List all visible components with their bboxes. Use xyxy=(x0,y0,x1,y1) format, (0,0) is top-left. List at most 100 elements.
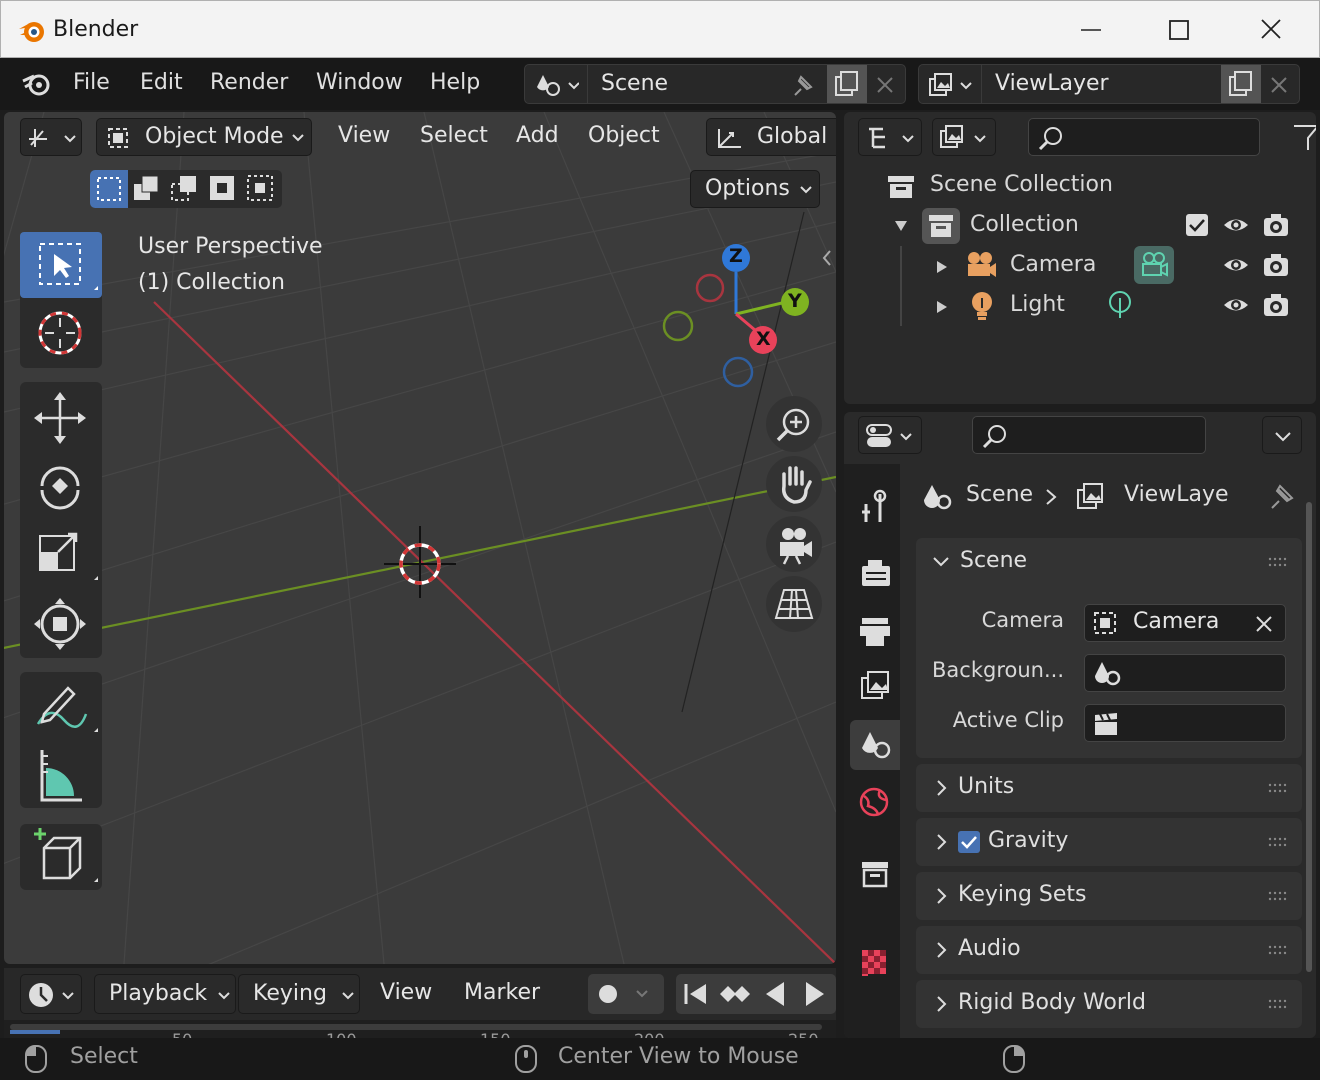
select-subtract-button[interactable] xyxy=(166,170,204,208)
visibility-eye-icon[interactable] xyxy=(1222,292,1250,318)
scene-selector[interactable]: Scene xyxy=(524,64,906,104)
active-clip-field[interactable] xyxy=(1084,704,1286,742)
render-camera-icon[interactable] xyxy=(1262,252,1290,278)
camera-field[interactable]: Camera xyxy=(1084,604,1286,642)
tab-tool[interactable] xyxy=(850,482,900,532)
auto-keying-button[interactable] xyxy=(588,974,664,1014)
viewport-menu-select[interactable]: Select xyxy=(420,123,488,148)
properties-editor-type-button[interactable] xyxy=(858,416,922,454)
units-panel[interactable]: Units xyxy=(916,764,1302,812)
visibility-eye-icon[interactable] xyxy=(1222,252,1250,278)
expand-triangle-icon[interactable] xyxy=(936,260,948,274)
light-data-icon[interactable] xyxy=(1106,290,1134,322)
zoom-icon[interactable] xyxy=(766,396,822,452)
properties-options-button[interactable] xyxy=(1262,416,1302,454)
delete-scene-icon[interactable] xyxy=(873,73,897,97)
play-reverse-icon[interactable] xyxy=(756,974,794,1014)
rotate-tool[interactable] xyxy=(20,452,102,518)
scene-panel-header[interactable]: Scene xyxy=(916,538,1302,586)
drag-handle-icon[interactable] xyxy=(1268,890,1288,902)
drag-handle-icon[interactable] xyxy=(1268,556,1288,568)
timeline-menu-marker[interactable]: Marker xyxy=(464,980,540,1005)
properties-search-input[interactable] xyxy=(972,416,1206,454)
add-cube-tool[interactable] xyxy=(20,824,102,890)
jump-keyframe-icon[interactable] xyxy=(716,974,754,1014)
drag-handle-icon[interactable] xyxy=(1268,782,1288,794)
tab-world[interactable] xyxy=(850,776,900,826)
pan-hand-icon[interactable] xyxy=(766,456,822,512)
render-camera-icon[interactable] xyxy=(1262,292,1290,318)
gravity-checkbox[interactable] xyxy=(958,831,980,853)
blender-menu-icon[interactable] xyxy=(20,70,54,98)
close-window-button[interactable] xyxy=(1251,11,1291,49)
filter-icon[interactable] xyxy=(1292,122,1316,152)
select-new-button[interactable] xyxy=(90,170,128,208)
tab-texture[interactable] xyxy=(850,938,900,988)
view-layer-name[interactable]: ViewLayer xyxy=(995,71,1109,96)
select-invert-button[interactable] xyxy=(204,170,242,208)
tab-scene[interactable] xyxy=(850,720,900,770)
breadcrumb-scene[interactable]: Scene xyxy=(966,482,1033,507)
pin-icon[interactable] xyxy=(1266,482,1296,512)
menu-edit[interactable]: Edit xyxy=(140,70,183,95)
select-extend-button[interactable] xyxy=(128,170,166,208)
transform-tool[interactable] xyxy=(20,590,102,656)
outliner-row-camera[interactable]: Camera xyxy=(844,246,1316,326)
jump-start-icon[interactable] xyxy=(676,974,714,1014)
transform-orientation-dropdown[interactable]: Global xyxy=(706,118,836,156)
tab-render[interactable] xyxy=(850,550,900,600)
background-scene-field[interactable] xyxy=(1084,654,1286,692)
editor-type-button[interactable] xyxy=(20,118,82,156)
play-icon[interactable] xyxy=(796,974,834,1014)
properties-scrollbar[interactable] xyxy=(1306,502,1312,972)
display-mode-button[interactable] xyxy=(932,118,996,156)
breadcrumb-view-layer[interactable]: ViewLaye xyxy=(1124,482,1229,507)
keying-sets-panel[interactable]: Keying Sets xyxy=(916,872,1302,920)
viewport-menu-view[interactable]: View xyxy=(338,123,390,148)
perspective-grid-icon[interactable] xyxy=(766,576,822,632)
select-box-tool[interactable] xyxy=(20,232,102,298)
expand-triangle-icon[interactable] xyxy=(936,300,948,314)
new-view-layer-button[interactable] xyxy=(1221,65,1261,103)
timeline-editor-type-button[interactable] xyxy=(20,974,82,1014)
outliner-row-light[interactable]: Light xyxy=(844,286,1316,326)
viewport-menu-add[interactable]: Add xyxy=(516,123,559,148)
3d-cursor-icon[interactable] xyxy=(384,524,456,600)
expand-triangle-icon[interactable] xyxy=(894,220,908,232)
object-mode-dropdown[interactable]: Object Mode xyxy=(96,118,312,156)
measure-tool[interactable] xyxy=(20,742,102,808)
camera-data-icon[interactable] xyxy=(1134,246,1174,284)
select-intersect-button[interactable] xyxy=(242,170,280,208)
timeline-scrollbar[interactable] xyxy=(10,1024,822,1030)
timeline-scrub-area[interactable]: 50 100 150 200 250 xyxy=(4,1020,836,1049)
minimize-button[interactable] xyxy=(1071,11,1111,49)
visibility-eye-icon[interactable] xyxy=(1222,212,1250,238)
outliner-row-collection[interactable]: Collection xyxy=(844,206,1316,246)
clear-icon[interactable] xyxy=(1253,613,1275,635)
move-tool[interactable] xyxy=(20,384,102,450)
audio-panel[interactable]: Audio xyxy=(916,926,1302,974)
new-scene-button[interactable] xyxy=(827,65,867,103)
outliner-editor-type-button[interactable] xyxy=(858,118,922,156)
delete-view-layer-icon[interactable] xyxy=(1267,73,1291,97)
options-dropdown[interactable]: Options xyxy=(690,170,820,208)
gravity-panel[interactable]: Gravity xyxy=(916,818,1302,866)
outliner-search-input[interactable] xyxy=(1028,118,1260,156)
timeline-menu-view[interactable]: View xyxy=(380,980,432,1005)
pin-icon[interactable] xyxy=(789,73,815,99)
render-camera-icon[interactable] xyxy=(1262,212,1290,238)
menu-window[interactable]: Window xyxy=(316,70,403,95)
outliner-row-scene-collection[interactable]: Scene Collection xyxy=(844,166,1316,206)
tab-output[interactable] xyxy=(850,606,900,656)
menu-render[interactable]: Render xyxy=(210,70,288,95)
maximize-button[interactable] xyxy=(1159,11,1199,49)
playback-dropdown[interactable]: Playback xyxy=(94,974,236,1014)
menu-help[interactable]: Help xyxy=(430,70,480,95)
tab-view-layer[interactable] xyxy=(850,662,900,712)
drag-handle-icon[interactable] xyxy=(1268,836,1288,848)
cursor-tool[interactable] xyxy=(20,300,102,366)
annotate-tool[interactable] xyxy=(20,674,102,740)
viewport-menu-object[interactable]: Object xyxy=(588,123,660,148)
tab-collection[interactable] xyxy=(850,850,900,900)
scale-tool[interactable] xyxy=(20,522,102,588)
